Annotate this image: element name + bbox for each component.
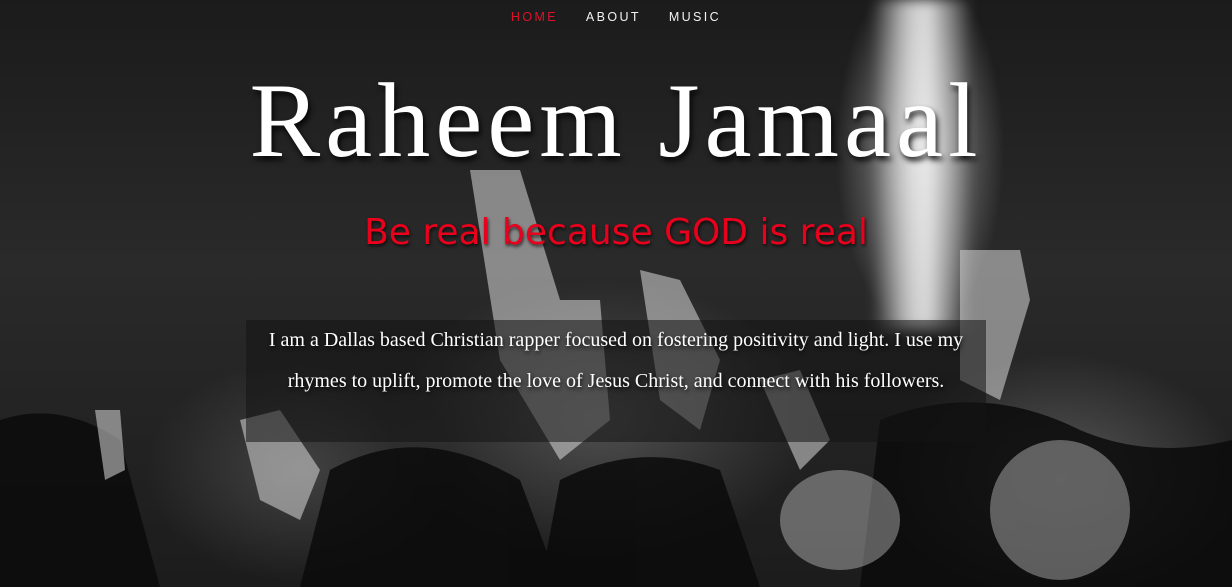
site-title: Raheem Jamaal [249,62,983,179]
hero-section: HOME ABOUT MUSIC Raheem Jamaal Be real b… [0,0,1232,587]
nav-about-link[interactable]: ABOUT [586,10,641,24]
main-nav: HOME ABOUT MUSIC [0,10,1232,24]
nav-home-link[interactable]: HOME [511,10,558,24]
nav-music-link[interactable]: MUSIC [669,10,721,24]
bio-text: I am a Dallas based Christian rapper foc… [268,329,964,392]
tagline: Be real because GOD is real [364,212,868,253]
